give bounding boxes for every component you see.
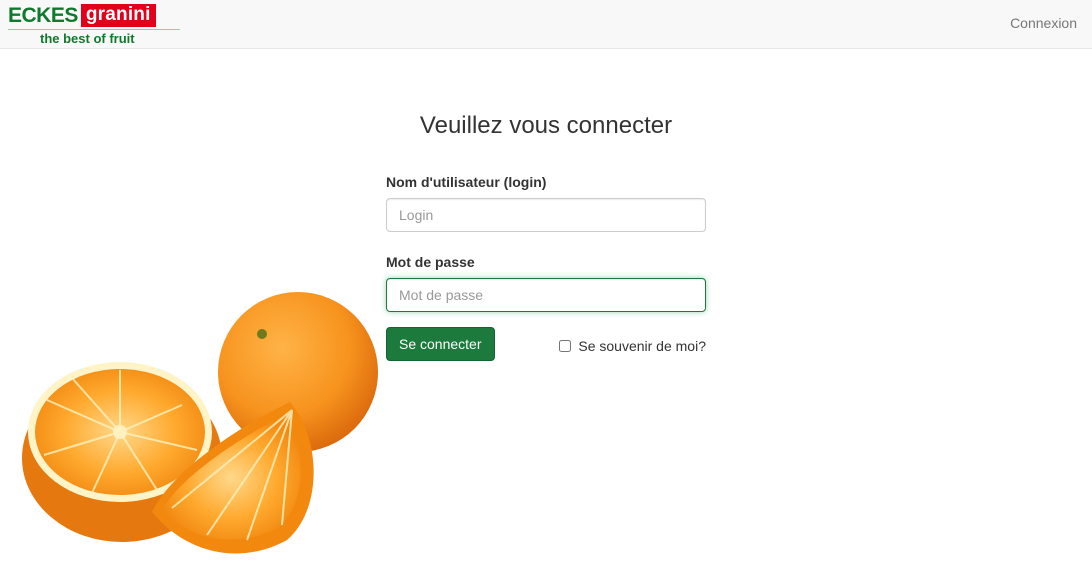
- remember-me-label: Se souvenir de moi?: [578, 338, 706, 354]
- page-title: Veuillez vous connecter: [419, 112, 673, 139]
- password-label: Mot de passe: [386, 254, 475, 270]
- nav-login-link[interactable]: Connexion: [1010, 15, 1077, 31]
- username-input[interactable]: [386, 198, 706, 232]
- orange-fruit-illustration: [22, 292, 378, 554]
- login-form: Nom d'utilisateur (login) Mot de passe S…: [386, 172, 706, 366]
- username-label: Nom d'utilisateur (login): [386, 174, 547, 190]
- navbar: ECKES granini the best of fruit Connexio…: [0, 0, 1092, 49]
- logo-divider: [8, 29, 180, 30]
- remember-me-checkbox[interactable]: [559, 340, 572, 352]
- password-input[interactable]: [386, 278, 706, 312]
- logo-tagline: the best of fruit: [40, 31, 135, 46]
- brand-logo[interactable]: ECKES granini the best of fruit: [8, 4, 180, 46]
- remember-me[interactable]: Se souvenir de moi?: [559, 338, 706, 354]
- logo-eckes-text: ECKES: [8, 4, 78, 27]
- form-actions: Se connecter Se souvenir de moi?: [386, 327, 706, 366]
- login-button[interactable]: Se connecter: [386, 327, 495, 361]
- logo-granini-text: granini: [80, 4, 156, 27]
